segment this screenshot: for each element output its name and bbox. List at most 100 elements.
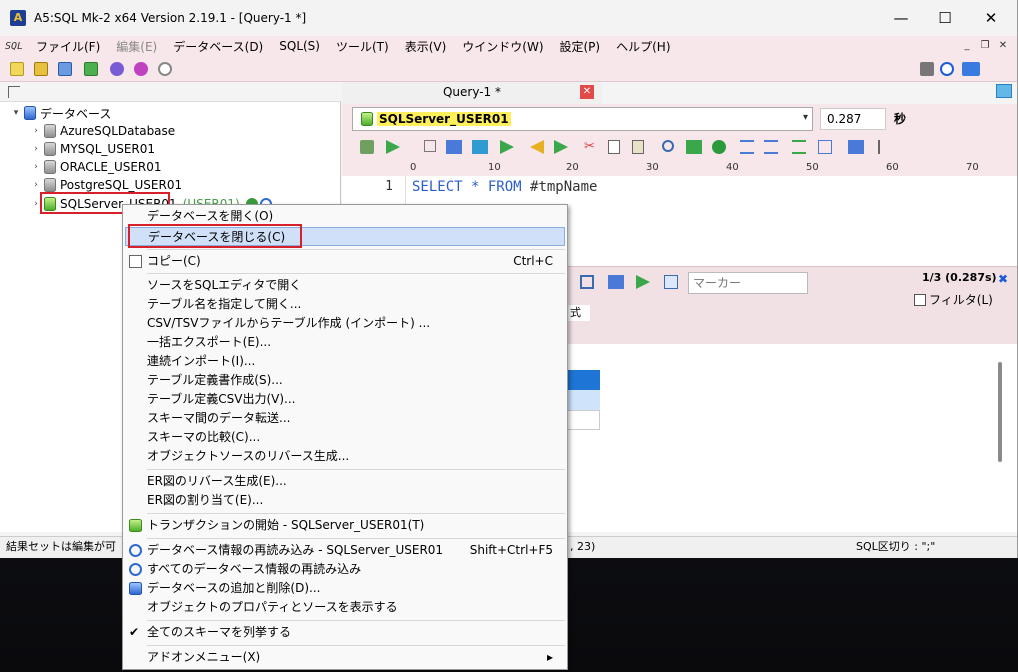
chevron-right-icon[interactable]: › (30, 144, 42, 154)
maximize-button[interactable]: ☐ (922, 0, 968, 36)
menu-item-copy[interactable]: コピー(C) Ctrl+C (125, 252, 565, 271)
chevron-right-icon[interactable]: › (30, 180, 42, 190)
menu-settings[interactable]: 設定(P) (552, 38, 609, 55)
mdi-minimize-button[interactable]: _ (958, 38, 976, 54)
menu-item-label: データベースを開く(O) (147, 209, 274, 223)
wrap-icon[interactable] (764, 140, 778, 154)
redo-icon[interactable] (712, 140, 726, 154)
menu-item-label: データベース情報の再読み込み - SQLServer_USER01 (147, 543, 444, 557)
help-icon[interactable] (940, 62, 954, 76)
menu-file[interactable]: ファイル(F) (28, 38, 108, 55)
keyboard-icon[interactable] (962, 62, 980, 76)
format-icon[interactable] (848, 140, 864, 154)
plugin-icon[interactable] (134, 62, 148, 76)
new-query-icon[interactable] (10, 62, 24, 76)
menu-item-er-reverse[interactable]: ER図のリバース生成(E)... (125, 472, 565, 491)
menu-item-object-properties[interactable]: オブジェクトのプロパティとソースを表示する (125, 598, 565, 617)
result-grid-icon[interactable] (664, 275, 678, 289)
folder-icon[interactable] (996, 84, 1012, 98)
menu-item-er-assign[interactable]: ER図の割り当て(E)... (125, 491, 565, 510)
menu-item-begin-transaction[interactable]: トランザクションの開始 - SQLServer_USER01(T) (125, 516, 565, 535)
connection-select[interactable]: SQLServer_USER01 ▾ (352, 107, 813, 131)
mdi-close-button[interactable]: ✕ (994, 38, 1012, 54)
replace-icon[interactable] (686, 140, 702, 154)
menu-view[interactable]: 表示(V) (397, 38, 455, 55)
menu-item-bulk-export[interactable]: 一括エクスポート(E)... (125, 333, 565, 352)
checkbox-icon[interactable] (914, 294, 926, 306)
execute-icon[interactable] (386, 140, 400, 154)
filter-checkbox[interactable]: フィルタ(L) (914, 291, 993, 308)
paste-icon[interactable] (632, 140, 644, 154)
copy-icon[interactable] (608, 140, 620, 154)
csv-icon[interactable] (472, 140, 488, 154)
align-icon[interactable] (818, 140, 832, 154)
sql-code[interactable]: SELECT * FROM #tmpName (412, 176, 597, 198)
tree-expand-icon[interactable] (8, 86, 20, 98)
indent-icon[interactable] (740, 140, 754, 154)
menu-item-schema-compare[interactable]: スキーマの比較(C)... (125, 428, 565, 447)
close-result-icon[interactable]: ✖ (998, 273, 1010, 285)
forward-icon[interactable] (554, 140, 568, 154)
window-icon[interactable] (920, 62, 934, 76)
outdent-icon[interactable] (792, 140, 806, 154)
menu-item-reverse-source[interactable]: オブジェクトソースのリバース生成... (125, 447, 565, 466)
open-file-icon[interactable] (34, 62, 48, 76)
status-middle: , 23) (570, 540, 596, 553)
menu-item-table-definition[interactable]: テーブル定義書作成(S)... (125, 371, 565, 390)
filter-label: フィルタ(L) (929, 293, 993, 307)
tree-root[interactable]: ▾ データベース (10, 104, 111, 122)
menu-item-open-source[interactable]: ソースをSQLエディタで開く (125, 276, 565, 295)
search-icon[interactable] (662, 140, 674, 152)
menu-item-add-remove-database[interactable]: データベースの追加と削除(D)... (125, 579, 565, 598)
menu-edit[interactable]: 編集(E) (108, 38, 165, 55)
menu-item-label: ER図の割り当て(E)... (147, 493, 264, 507)
vertical-scrollbar[interactable] (998, 362, 1002, 462)
context-menu: データベースを開く(O) データベースを閉じる(C) コピー(C) Ctrl+C… (122, 204, 568, 670)
cut-icon[interactable]: ✂ (584, 140, 598, 154)
execute-step-icon[interactable] (500, 140, 514, 154)
menu-database[interactable]: データベース(D) (165, 38, 271, 55)
menu-tools[interactable]: ツール(T) (328, 38, 397, 55)
database-icon (129, 582, 142, 595)
chevron-right-icon[interactable]: › (30, 162, 42, 172)
tree-item-azure[interactable]: › AzureSQLDatabase (30, 122, 175, 140)
menu-item-addon[interactable]: アドオンメニュー(X) ▸ (125, 648, 565, 667)
explain-icon[interactable] (446, 140, 462, 154)
ruler-mark: 40 (726, 162, 739, 173)
tab-query-1[interactable]: Query-1 * ✕ (342, 82, 602, 104)
stop-icon[interactable] (424, 140, 436, 152)
marker-input[interactable]: マーカー (688, 272, 808, 294)
menu-item-reload-all[interactable]: すべてのデータベース情報の再読み込み (125, 560, 565, 579)
menu-sql[interactable]: SQL(S) (271, 39, 328, 53)
gear-icon[interactable] (110, 62, 124, 76)
menu-item-continuous-import[interactable]: 連続インポート(I)... (125, 352, 565, 371)
back-icon[interactable] (530, 140, 544, 154)
menu-item-import-csv[interactable]: CSV/TSVファイルからテーブル作成 (インポート) ... (125, 314, 565, 333)
result-run-icon[interactable] (636, 275, 650, 289)
minimize-button[interactable]: — (878, 0, 924, 36)
history-icon[interactable] (158, 62, 172, 76)
chevron-right-icon[interactable]: › (30, 126, 42, 136)
result-explain-icon[interactable] (608, 275, 624, 289)
menu-item-open-table[interactable]: テーブル名を指定して開く... (125, 295, 565, 314)
table-icon[interactable] (84, 62, 98, 76)
connection-name: SQLServer_USER01 (377, 112, 511, 126)
close-tab-icon[interactable]: ✕ (580, 85, 594, 99)
menu-window[interactable]: ウインドウ(W) (454, 38, 551, 55)
tree-item-mysql[interactable]: › MYSQL_USER01 (30, 140, 155, 158)
run-all-icon[interactable] (360, 140, 374, 154)
menu-item-list-schemas[interactable]: ✔ 全てのスキーマを列挙する (125, 623, 565, 642)
menu-item-reload-database[interactable]: データベース情報の再読み込み - SQLServer_USER01 Shift+… (125, 541, 565, 560)
mdi-restore-button[interactable]: ❐ (976, 38, 994, 54)
copy-icon (129, 255, 142, 268)
tree-format-icon[interactable] (878, 140, 892, 154)
menu-item-schema-transfer[interactable]: スキーマ間のデータ転送... (125, 409, 565, 428)
menu-item-table-definition-csv[interactable]: テーブル定義CSV出力(V)... (125, 390, 565, 409)
chevron-down-icon[interactable]: ▾ (10, 108, 22, 118)
menu-help[interactable]: ヘルプ(H) (608, 38, 678, 55)
tree-item-oracle[interactable]: › ORACLE_USER01 (30, 158, 162, 176)
close-button[interactable]: ✕ (968, 0, 1014, 36)
menu-item-shortcut: Ctrl+C (513, 254, 553, 268)
database-icon[interactable] (58, 62, 72, 76)
result-copy-icon[interactable] (580, 275, 594, 289)
